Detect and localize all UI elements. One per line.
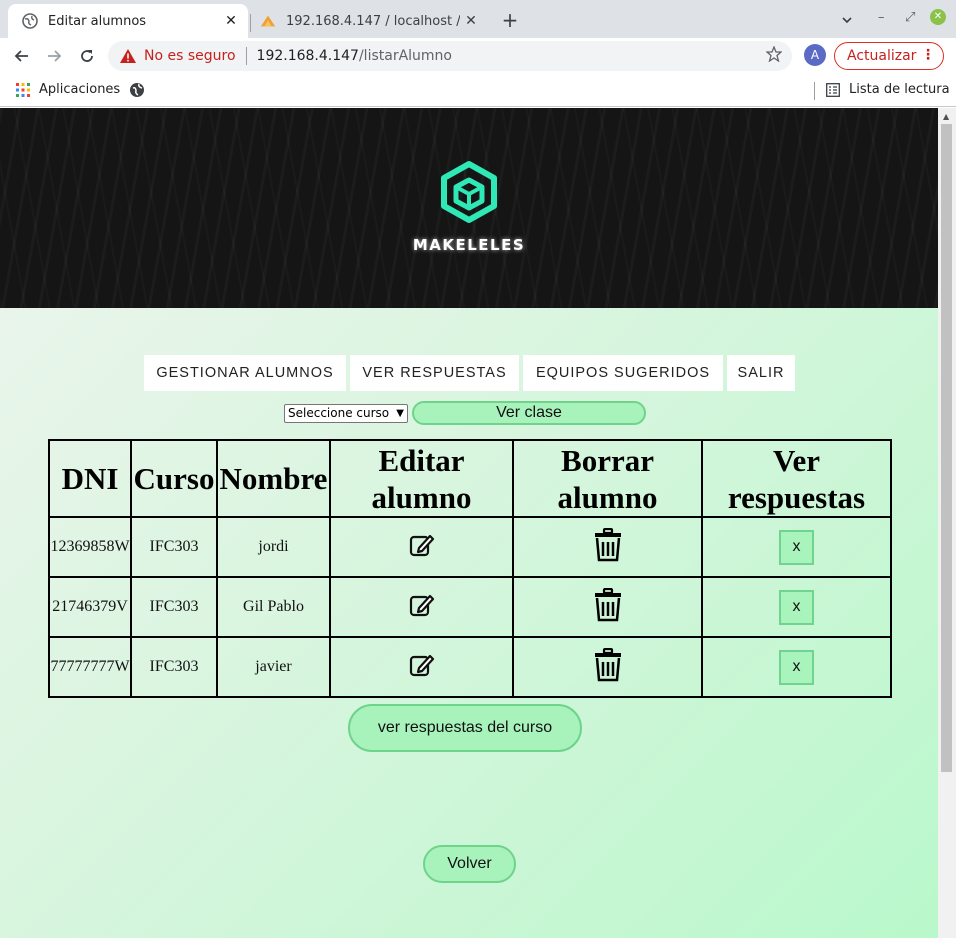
- header-dni: DNI: [48, 439, 132, 518]
- warning-icon: [120, 49, 136, 63]
- bookmark-apps[interactable]: Aplicaciones: [16, 82, 120, 97]
- cell-curso: IFC303: [130, 516, 218, 578]
- close-window-icon[interactable]: ✕: [930, 9, 946, 25]
- new-tab-button[interactable]: +: [498, 8, 522, 32]
- cell-nombre: jordi: [216, 516, 331, 578]
- edit-icon[interactable]: [409, 592, 435, 618]
- tab-title: Editar alumnos: [48, 13, 147, 29]
- header-ver-label: Ver respuestas: [727, 442, 866, 515]
- brand-name: MAKELELES: [412, 236, 526, 254]
- header-ver: Ver respuestas: [701, 439, 892, 518]
- cell-dni: 21746379V: [48, 576, 132, 638]
- minimize-icon[interactable]: –: [878, 10, 885, 25]
- scroll-up-icon[interactable]: ▲: [943, 112, 949, 121]
- ver-clase-button[interactable]: Ver clase: [412, 401, 646, 425]
- restore-icon[interactable]: ⤢: [905, 10, 915, 25]
- header-editar: Editar alumno: [329, 439, 514, 518]
- header-nombre: Nombre: [216, 439, 331, 518]
- reading-list-label: Lista de lectura: [849, 82, 950, 97]
- trash-icon[interactable]: [594, 587, 622, 622]
- bookmarks-separator: [814, 82, 815, 100]
- reading-list-icon: [826, 82, 840, 97]
- course-select-value: Seleccione curso: [288, 406, 390, 420]
- cell-dni: 77777777W: [48, 636, 132, 698]
- tab-strip: Editar alumnos ✕ 192.168.4.147 / localho…: [0, 0, 956, 38]
- cell-curso: IFC303: [130, 636, 218, 698]
- bookmarks-bar: Aplicaciones Lista de lectura: [0, 74, 956, 107]
- cell-curso: IFC303: [130, 576, 218, 638]
- close-tab-icon[interactable]: ✕: [460, 13, 482, 29]
- url-host: 192.168.4.147: [256, 48, 359, 64]
- nav-equipos-sugeridos[interactable]: EQUIPOS SUGERIDOS: [523, 355, 723, 391]
- cell-ver: x: [701, 516, 892, 578]
- page-viewport: MAKELELES GESTIONAR ALUMNOS VER RESPUEST…: [0, 108, 938, 938]
- header-curso: Curso: [130, 439, 218, 518]
- trash-icon[interactable]: [594, 527, 622, 562]
- cell-editar: [329, 636, 514, 698]
- students-table: DNI Curso Nombre Editar alumno Borrar al…: [48, 439, 892, 698]
- update-button[interactable]: Actualizar ⋮: [834, 42, 944, 70]
- ver-respuestas-button[interactable]: x: [779, 589, 814, 625]
- back-button[interactable]: Volver: [423, 845, 516, 883]
- back-arrow-icon[interactable]: [8, 42, 36, 70]
- update-label: Actualizar: [847, 48, 917, 64]
- cell-ver: x: [701, 636, 892, 698]
- globe-icon: [130, 83, 144, 97]
- ver-respuestas-button[interactable]: x: [779, 649, 814, 685]
- security-label[interactable]: No es seguro: [144, 48, 236, 64]
- cell-borrar: [512, 636, 703, 698]
- reading-list[interactable]: Lista de lectura: [826, 82, 950, 97]
- cell-nombre: Gil Pablo: [216, 576, 331, 638]
- tab-title: 192.168.4.147 / localhost / Tes: [286, 13, 460, 29]
- header-banner: MAKELELES: [0, 108, 938, 308]
- close-tab-icon[interactable]: ✕: [220, 13, 242, 29]
- forward-arrow-icon[interactable]: [40, 42, 68, 70]
- bookmark-apps-label: Aplicaciones: [39, 82, 121, 97]
- phpmyadmin-icon: [260, 13, 276, 29]
- bookmark-star-icon[interactable]: [765, 45, 783, 66]
- makeleles-logo-icon: [441, 161, 497, 223]
- cell-borrar: [512, 576, 703, 638]
- profile-avatar[interactable]: A: [804, 44, 826, 66]
- chevron-down-icon: ▼: [396, 408, 404, 419]
- cell-ver: x: [701, 576, 892, 638]
- bookmark-globe[interactable]: [129, 82, 145, 98]
- cell-dni: 12369858W: [48, 516, 132, 578]
- cell-nombre: javier: [216, 636, 331, 698]
- kebab-menu-icon[interactable]: ⋮: [921, 47, 935, 63]
- nav-ver-respuestas[interactable]: VER RESPUESTAS: [350, 355, 519, 391]
- tab-search-icon[interactable]: [840, 13, 854, 27]
- header-editar-label: Editar alumno: [371, 442, 472, 515]
- course-answers-button[interactable]: ver respuestas del curso: [348, 704, 582, 752]
- apps-grid-icon: [16, 82, 30, 97]
- address-bar[interactable]: No es seguro 192.168.4.147/listarAlumno: [108, 41, 792, 71]
- header-borrar-label: Borrar alumno: [557, 442, 658, 515]
- tab-phpmyadmin[interactable]: 192.168.4.147 / localhost / Tes ✕: [252, 4, 488, 38]
- table-row: 21746379V IFC303 Gil Pablo x: [48, 576, 892, 638]
- trash-icon[interactable]: [594, 647, 622, 682]
- page-scrollbar[interactable]: ▲: [938, 108, 956, 938]
- edit-icon[interactable]: [409, 532, 435, 558]
- tab-separator: [250, 14, 251, 32]
- globe-icon: [22, 13, 38, 29]
- cell-editar: [329, 516, 514, 578]
- tab-editar-alumnos[interactable]: Editar alumnos ✕: [8, 4, 248, 38]
- cell-borrar: [512, 516, 703, 578]
- scrollbar-thumb[interactable]: [941, 124, 952, 772]
- table-row: 12369858W IFC303 jordi x: [48, 516, 892, 578]
- edit-icon[interactable]: [409, 652, 435, 678]
- nav-salir[interactable]: SALIR: [727, 355, 795, 391]
- table-row: 77777777W IFC303 javier x: [48, 636, 892, 698]
- address-divider: [245, 47, 247, 65]
- header-borrar: Borrar alumno: [512, 439, 703, 518]
- table-header-row: DNI Curso Nombre Editar alumno Borrar al…: [48, 439, 892, 518]
- cell-editar: [329, 576, 514, 638]
- nav-gestionar-alumnos[interactable]: GESTIONAR ALUMNOS: [144, 355, 346, 391]
- ver-respuestas-button[interactable]: x: [779, 529, 814, 565]
- reload-icon[interactable]: [73, 42, 101, 70]
- url-path: /listarAlumno: [358, 48, 452, 64]
- course-select[interactable]: Seleccione curso ▼: [284, 404, 408, 423]
